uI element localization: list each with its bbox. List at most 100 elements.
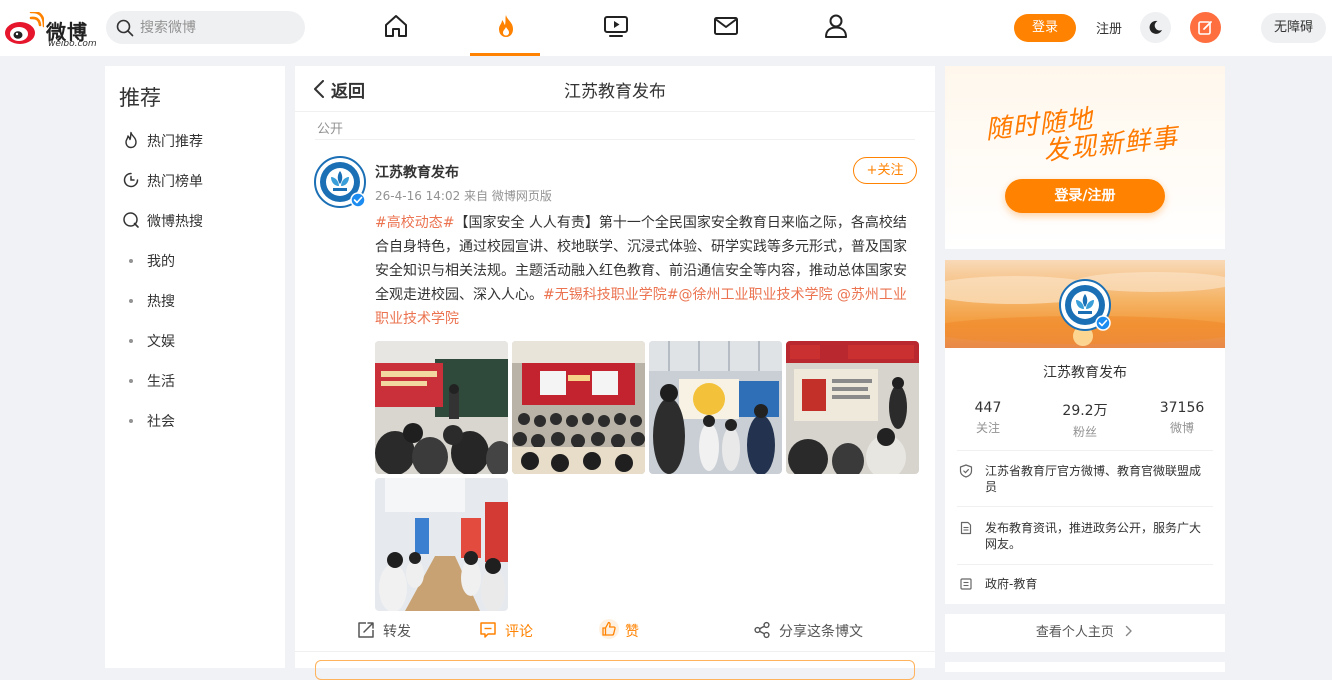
info-text: 江苏省教育厅官方微博、教育官微联盟成员 — [985, 464, 1202, 494]
comment-input-area[interactable] — [315, 660, 915, 680]
register-link[interactable]: 注册 — [1096, 18, 1122, 37]
dark-mode-button[interactable] — [1140, 12, 1171, 43]
nav-hot[interactable] — [492, 12, 520, 40]
post-photo-5[interactable] — [375, 478, 508, 611]
bullet-icon — [129, 339, 133, 343]
document-icon — [960, 521, 972, 535]
post-meta: 26-4-16 14:02 来自 微博网页版 — [375, 189, 552, 203]
stat-followers[interactable]: 29.2万 粉丝 — [1045, 400, 1125, 440]
photo-classroom — [786, 341, 919, 474]
like-label: 赞 — [625, 624, 639, 640]
stat-label: 微博 — [1169, 421, 1194, 435]
sidebar-item-hotsearch[interactable]: 热搜 — [122, 289, 282, 313]
left-sidebar: 推荐 热门推荐 热门榜单 微博热搜 我的 热搜 文娱 生活 社会 — [105, 66, 285, 668]
info-text: 发布教育资讯，推进政务公开，服务广大网友。 — [985, 521, 1202, 551]
page-title: 江苏教育发布 — [564, 82, 666, 102]
stat-label: 关注 — [975, 421, 1000, 435]
avatar — [1059, 279, 1111, 331]
nav-home[interactable] — [382, 12, 410, 40]
nav-video[interactable] — [602, 12, 630, 40]
login-promo-card: 随时随地 发现新鲜事 登录/注册 — [945, 66, 1225, 249]
post-photo-2[interactable] — [512, 341, 645, 474]
sidebar-item-entertainment[interactable]: 文娱 — [122, 329, 282, 353]
sidebar-item-label: 热门榜单 — [147, 174, 203, 190]
post-photo-3[interactable] — [649, 341, 782, 474]
photo-meeting-room — [375, 478, 508, 611]
sidebar-item-hot-recommend[interactable]: 热门推荐 — [122, 129, 282, 153]
profile-divider — [957, 506, 1213, 507]
comment-icon — [480, 622, 496, 638]
search-box[interactable] — [106, 11, 305, 44]
mail-icon — [714, 17, 738, 35]
nav-profile[interactable] — [822, 12, 850, 40]
repost-label: 转发 — [383, 624, 411, 640]
mention-link[interactable]: @徐州工业职业技术学院 — [678, 287, 832, 303]
thumbs-up-icon — [599, 619, 619, 639]
nav-active-indicator — [470, 53, 540, 56]
chevron-right-icon — [1125, 625, 1132, 637]
post-actions: 转发 评论 赞 分享这条博文 — [295, 619, 935, 642]
compose-button[interactable] — [1190, 12, 1221, 43]
post-divider — [295, 651, 935, 652]
photo-exhibition — [649, 341, 782, 474]
sidebar-title: 推荐 — [119, 86, 161, 110]
visibility-label: 公开 — [317, 122, 344, 137]
sidebar-item-label: 社会 — [147, 414, 175, 430]
next-right-card — [945, 662, 1225, 672]
view-homepage-label: 查看个人主页 — [1035, 625, 1114, 640]
post-photo-1[interactable] — [375, 341, 508, 474]
view-homepage-button[interactable]: 查看个人主页 — [945, 614, 1225, 652]
header-divider — [295, 111, 935, 112]
share-icon — [754, 621, 770, 639]
sidebar-item-hot-list[interactable]: 热门榜单 — [122, 169, 282, 193]
profile-info-verified: 江苏省教育厅官方微博、教育官微联盟成员 — [959, 463, 1209, 495]
profile-divider — [957, 564, 1213, 565]
post-photo-4[interactable] — [786, 341, 919, 474]
home-icon — [385, 15, 407, 37]
share-label: 分享这条博文 — [779, 624, 863, 640]
clock-icon — [123, 172, 139, 188]
bullet-icon — [129, 379, 133, 383]
accessibility-button[interactable]: 无障碍 — [1261, 13, 1326, 43]
sidebar-item-hot-search[interactable]: 微博热搜 — [122, 209, 282, 233]
profile-info-description: 发布教育资讯，推进政务公开，服务广大网友。 — [959, 520, 1209, 552]
sidebar-item-label: 微博热搜 — [147, 214, 203, 230]
login-register-button[interactable]: 登录/注册 — [1005, 179, 1165, 213]
sidebar-item-label: 我的 — [147, 254, 175, 270]
bullet-icon — [129, 259, 133, 263]
stat-value: 447 — [974, 400, 1002, 416]
nav-messages[interactable] — [712, 12, 740, 40]
moon-icon — [1149, 20, 1162, 34]
photo-lecture-hall — [375, 341, 508, 474]
photo-auditorium — [512, 341, 645, 474]
sidebar-item-society[interactable]: 社会 — [122, 409, 282, 433]
comment-label: 评论 — [505, 624, 533, 640]
stat-label: 粉丝 — [1072, 425, 1097, 439]
profile-icon — [825, 14, 847, 38]
shield-icon — [959, 464, 973, 478]
author-name[interactable]: 江苏教育发布 — [375, 162, 459, 182]
hashtag-link[interactable]: #无锡科技职业学院# — [543, 287, 678, 303]
search-input[interactable] — [140, 11, 300, 44]
weibo-logo[interactable]: 微博 weibo.com — [4, 8, 97, 49]
section-divider — [315, 139, 915, 140]
profile-info-category: 政府-教育 — [959, 576, 1209, 592]
stat-value: 37156 — [1159, 400, 1205, 416]
sidebar-item-life[interactable]: 生活 — [122, 369, 282, 393]
hashtag-link[interactable]: #高校动态# — [375, 215, 454, 231]
profile-card: 江苏教育发布 447 关注 29.2万 粉丝 37156 微博 江苏省教育厅官方… — [945, 260, 1225, 604]
fire-icon — [125, 131, 137, 149]
sidebar-item-label: 生活 — [147, 374, 175, 390]
follow-button[interactable]: +关注 — [853, 157, 917, 184]
author-avatar[interactable] — [314, 156, 366, 208]
bullet-icon — [129, 299, 133, 303]
stat-following[interactable]: 447 关注 — [948, 400, 1028, 436]
profile-name[interactable]: 江苏教育发布 — [945, 362, 1225, 382]
hot-icon — [499, 15, 513, 37]
profile-avatar[interactable] — [1059, 279, 1111, 331]
search-circle-icon — [123, 212, 139, 228]
stat-posts[interactable]: 37156 微博 — [1142, 400, 1222, 436]
login-button[interactable]: 登录 — [1014, 14, 1076, 42]
sidebar-item-mine[interactable]: 我的 — [122, 249, 282, 273]
sidebar-item-label: 热门推荐 — [147, 134, 203, 150]
